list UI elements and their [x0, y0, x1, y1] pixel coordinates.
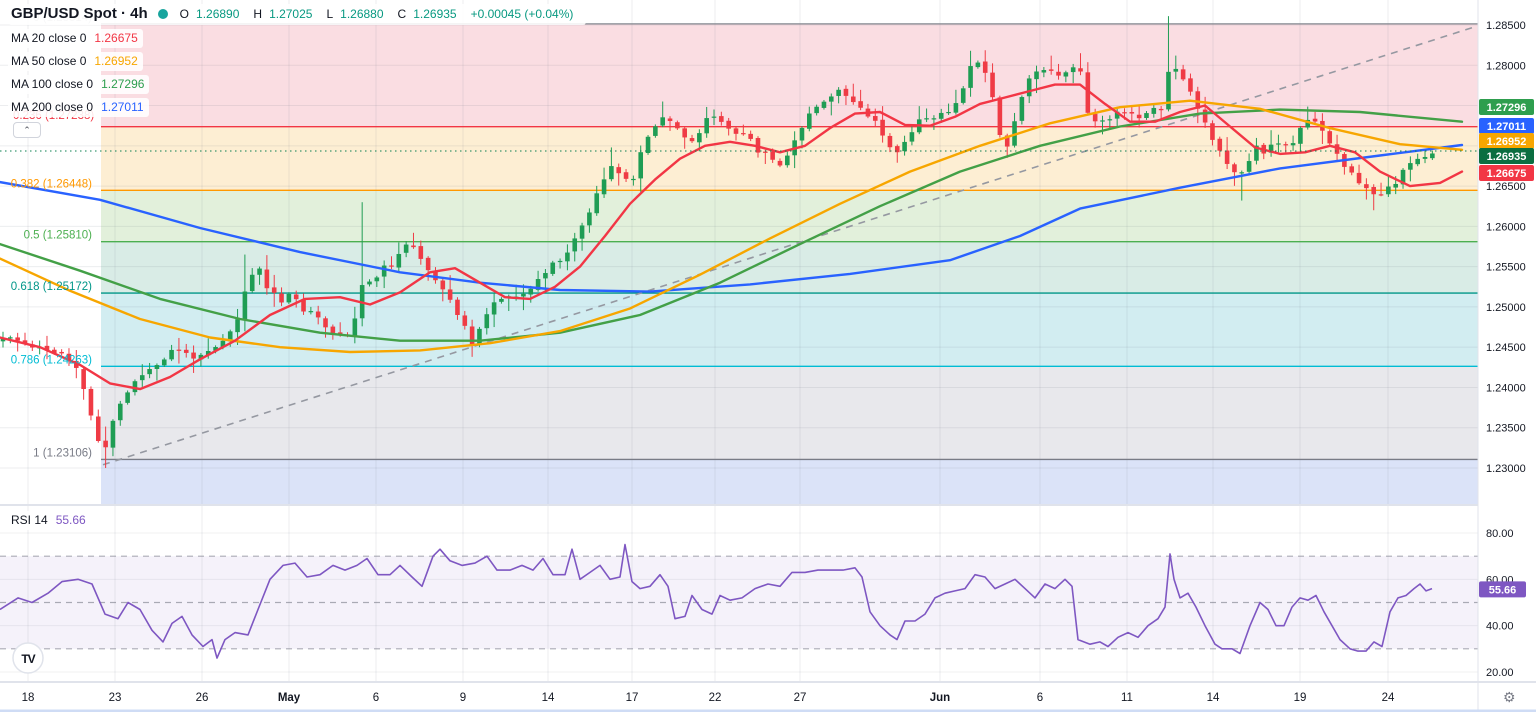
svg-text:1.26952: 1.26952 — [1487, 136, 1527, 148]
svg-text:1 (1.23106): 1 (1.23106) — [33, 447, 92, 459]
svg-text:6: 6 — [373, 692, 379, 704]
svg-text:26: 26 — [196, 692, 209, 704]
svg-text:17: 17 — [626, 692, 639, 704]
svg-text:1.26935: 1.26935 — [1487, 151, 1527, 163]
svg-text:9: 9 — [460, 692, 466, 704]
chevron-up-icon: ⌃ — [23, 126, 31, 135]
rsi-axis[interactable]: 80.0060.0040.0020.0055.66 — [1479, 528, 1526, 679]
svg-text:6: 6 — [1037, 692, 1043, 704]
svg-text:55.66: 55.66 — [1489, 584, 1517, 596]
svg-text:Jun: Jun — [930, 692, 950, 704]
svg-text:1.27296: 1.27296 — [1487, 102, 1527, 114]
svg-text:19: 19 — [1294, 692, 1307, 704]
timezone-settings-gear-icon[interactable]: ⚙ — [1503, 689, 1516, 705]
symbol-title-chip[interactable]: GBP/USD Spot · 4h O1.26890H1.27025L1.268… — [8, 4, 586, 25]
chart-window: 0 (1.28514)0.382 (1.26448)0.5 (1.25810)0… — [0, 0, 1536, 712]
ma-legend-row-2[interactable]: MA 50 close 0 1.26952 — [8, 52, 586, 71]
svg-text:1.23500: 1.23500 — [1486, 423, 1526, 435]
ma-label: MA 200 close 0 — [11, 99, 93, 115]
svg-text:1.26675: 1.26675 — [1487, 168, 1527, 180]
svg-text:TV: TV — [21, 652, 35, 666]
svg-text:0.382 (1.26448): 0.382 (1.26448) — [11, 178, 92, 190]
price-change: +0.00045 (+0.04%) — [471, 7, 574, 21]
ma-value: 1.26675 — [94, 30, 137, 46]
svg-text:1.27011: 1.27011 — [1487, 121, 1526, 133]
rsi-value: 55.66 — [56, 512, 86, 528]
ma-legend: MA 20 close 0 1.26675 MA 50 close 0 1.26952… — [8, 29, 586, 117]
svg-text:20.00: 20.00 — [1486, 667, 1514, 679]
svg-text:1.26500: 1.26500 — [1486, 181, 1526, 193]
rsi-legend-chip[interactable]: RSI 14 55.66 — [8, 511, 91, 530]
svg-text:14: 14 — [542, 692, 555, 704]
time-axis[interactable]: 18 23 26 May 6 9 14 17 22 27 Jun 6 11 14 19 24 ⚙ — [22, 689, 1516, 705]
tradingview-logo[interactable]: TV — [13, 643, 43, 673]
svg-text:40.00: 40.00 — [1486, 621, 1514, 633]
rsi-legend: RSI 14 55.66 — [8, 511, 91, 530]
svg-text:0.5 (1.25810): 0.5 (1.25810) — [24, 230, 93, 242]
provider-dot-icon — [158, 9, 168, 19]
ma-legend-row-4[interactable]: MA 200 close 0 1.27011 — [8, 98, 586, 117]
svg-text:1.26000: 1.26000 — [1486, 221, 1526, 233]
svg-text:14: 14 — [1207, 692, 1220, 704]
symbol-legend: GBP/USD Spot · 4h O1.26890H1.27025L1.268… — [8, 4, 586, 121]
svg-text:1.24000: 1.24000 — [1486, 382, 1526, 394]
svg-text:1.25500: 1.25500 — [1486, 262, 1526, 274]
svg-text:80.00: 80.00 — [1486, 528, 1514, 540]
rsi-label: RSI 14 — [11, 512, 48, 528]
ma-label: MA 50 close 0 — [11, 53, 86, 69]
price-axis[interactable]: 1.28500 1.28000 1.26500 1.26000 1.25500 1.250… — [1479, 20, 1534, 475]
svg-text:18: 18 — [22, 692, 35, 704]
ma-value: 1.27296 — [101, 76, 144, 92]
ohlc-values: O1.26890H1.27025L1.26880C1.26935+0.00045… — [180, 6, 581, 22]
svg-text:0.618 (1.25172): 0.618 (1.25172) — [11, 281, 92, 293]
svg-text:1.24500: 1.24500 — [1486, 342, 1526, 354]
page-title: GBP/USD Spot · 4h — [11, 6, 148, 22]
ma-label: MA 100 close 0 — [11, 76, 93, 92]
collapse-indicator-button[interactable]: ⌃ — [13, 122, 41, 138]
ma-value: 1.26952 — [94, 53, 137, 69]
ma-legend-row-3[interactable]: MA 100 close 0 1.27296 — [8, 75, 586, 94]
svg-text:1.28000: 1.28000 — [1486, 60, 1526, 72]
svg-text:1.28500: 1.28500 — [1486, 20, 1526, 32]
svg-text:0.786 (1.24263): 0.786 (1.24263) — [11, 354, 92, 366]
svg-text:27: 27 — [794, 692, 807, 704]
ma-legend-row-1[interactable]: MA 20 close 0 1.26675 — [8, 29, 586, 48]
svg-text:1.25000: 1.25000 — [1486, 302, 1526, 314]
svg-text:22: 22 — [709, 692, 722, 704]
ma-label: MA 20 close 0 — [11, 30, 86, 46]
svg-text:11: 11 — [1121, 692, 1133, 704]
svg-text:1.23000: 1.23000 — [1486, 463, 1526, 475]
svg-text:23: 23 — [109, 692, 122, 704]
svg-text:May: May — [278, 692, 301, 704]
ma-value: 1.27011 — [101, 99, 144, 115]
svg-text:24: 24 — [1382, 692, 1395, 704]
